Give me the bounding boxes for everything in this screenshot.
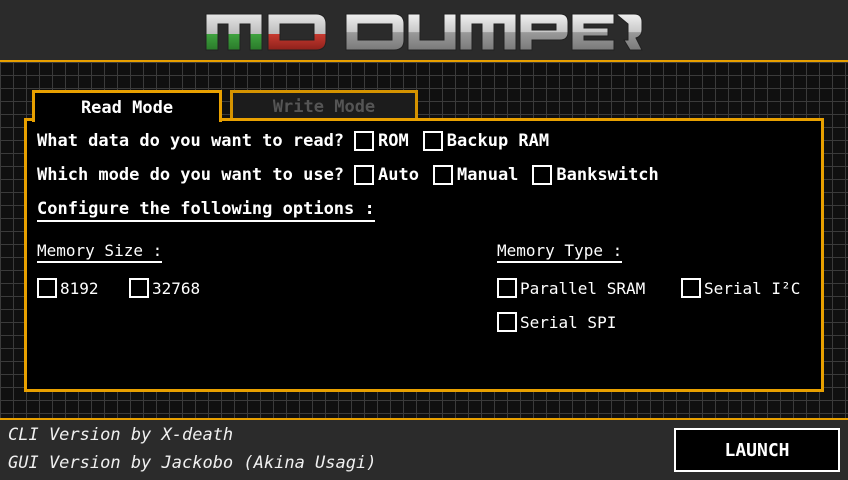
bankswitch-label: Bankswitch xyxy=(556,165,659,185)
parallel-sram-label: Parallel SRAM xyxy=(520,278,646,298)
size-32768-checkbox[interactable] xyxy=(129,278,149,298)
read-mode-question: Which mode do you want to use? xyxy=(37,165,345,185)
size-8192-label: 8192 xyxy=(60,278,99,298)
options-heading: Configure the following options : xyxy=(37,199,375,222)
parallel-sram-checkbox[interactable] xyxy=(497,278,517,298)
rom-label: ROM xyxy=(378,131,409,151)
tab-read-mode[interactable]: Read Mode xyxy=(32,90,222,122)
app-logo xyxy=(0,6,848,54)
tab-write-mode[interactable]: Write Mode xyxy=(230,90,418,120)
serial-i2c-label: Serial I²C xyxy=(704,278,801,298)
read-data-row: What data do you want to read? ROM Backu… xyxy=(37,131,563,151)
manual-checkbox[interactable] xyxy=(433,165,453,185)
launch-label: LAUNCH xyxy=(724,439,790,461)
tab-write-mode-label: Write Mode xyxy=(272,96,376,117)
app-footer: CLI Version by X-death GUI Version by Ja… xyxy=(0,420,848,480)
auto-label: Auto xyxy=(378,165,419,185)
serial-spi-checkbox[interactable] xyxy=(497,312,517,332)
backup-ram-label: Backup RAM xyxy=(446,131,550,151)
option-backup-ram[interactable]: Backup RAM xyxy=(422,131,550,151)
option-serial-spi[interactable]: Serial SPI xyxy=(497,312,616,332)
read-mode-row: Which mode do you want to use? Auto Manu… xyxy=(37,165,659,185)
md-dumper-logo xyxy=(205,13,643,51)
read-mode-panel: What data do you want to read? ROM Backu… xyxy=(24,118,824,392)
option-parallel-sram[interactable]: Parallel SRAM xyxy=(497,278,645,298)
app-header xyxy=(0,0,848,60)
cli-credit: CLI Version by X-death xyxy=(8,425,234,445)
option-size-32768[interactable]: 32768 xyxy=(129,278,200,298)
read-data-question: What data do you want to read? xyxy=(37,131,345,151)
serial-spi-label: Serial SPI xyxy=(520,312,617,332)
option-size-8192[interactable]: 8192 xyxy=(37,278,99,298)
rom-checkbox[interactable] xyxy=(354,131,375,151)
memory-type-label: Memory Type : xyxy=(497,241,623,263)
size-32768-label: 32768 xyxy=(152,278,201,298)
option-rom[interactable]: ROM xyxy=(354,131,409,151)
bankswitch-checkbox[interactable] xyxy=(532,165,553,185)
size-8192-checkbox[interactable] xyxy=(37,278,57,298)
option-manual[interactable]: Manual xyxy=(433,165,518,185)
option-auto[interactable]: Auto xyxy=(354,165,419,185)
option-bankswitch[interactable]: Bankswitch xyxy=(532,165,659,185)
gui-credit: GUI Version by Jackobo (Akina Usagi) xyxy=(8,453,377,473)
tab-read-mode-label: Read Mode xyxy=(80,97,174,118)
serial-i2c-checkbox[interactable] xyxy=(681,278,701,298)
memory-size-label: Memory Size : xyxy=(37,241,163,263)
option-serial-i2c[interactable]: Serial I²C xyxy=(681,278,800,298)
manual-label: Manual xyxy=(457,165,519,185)
auto-checkbox[interactable] xyxy=(354,165,375,185)
launch-button[interactable]: LAUNCH xyxy=(674,428,840,472)
backup-ram-checkbox[interactable] xyxy=(422,131,443,151)
